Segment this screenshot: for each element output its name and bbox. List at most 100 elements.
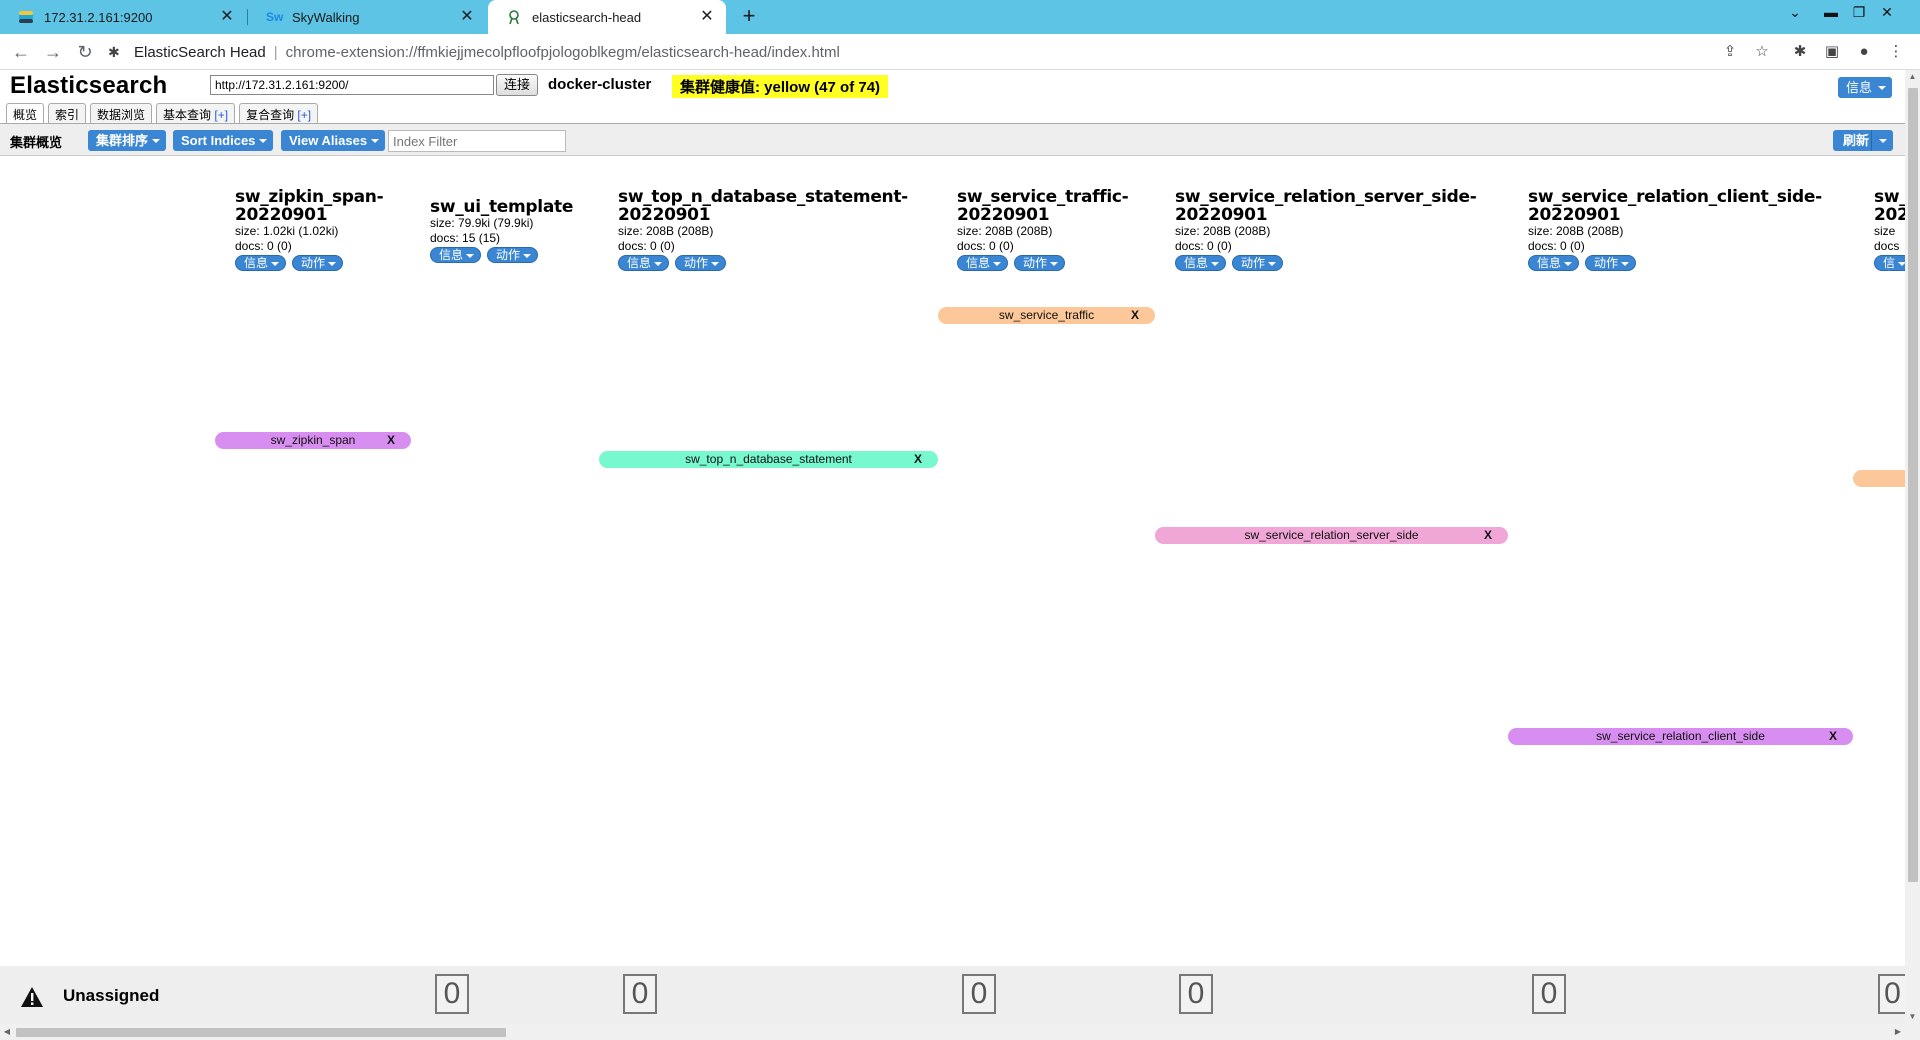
index-docs: docs: 0 (0) xyxy=(618,239,675,253)
index-action-button[interactable]: 动作 xyxy=(1232,255,1284,271)
index-docs: docs xyxy=(1874,239,1900,253)
tab-browser[interactable]: 数据浏览 xyxy=(90,103,153,123)
tab-plus: [+] xyxy=(214,108,229,122)
alias-bar[interactable]: sw_zipkin_span X xyxy=(215,432,411,449)
horizontal-scrollbar[interactable]: ◀ ▶ xyxy=(0,1024,1905,1040)
tab-title: SkyWalking xyxy=(292,9,360,25)
close-icon[interactable]: ✕ xyxy=(458,8,476,26)
tab-basic-query[interactable]: 基本查询 [+] xyxy=(156,103,236,123)
cluster-name: docker-cluster xyxy=(548,76,652,93)
menu-kebab-icon[interactable]: ⋮ xyxy=(1886,42,1906,62)
index-docs: docs: 0 (0) xyxy=(1528,239,1585,253)
index-size: size: 208B (208B) xyxy=(618,224,714,238)
tab-overview[interactable]: 概览 xyxy=(6,103,45,123)
index-info-button[interactable]: 信息 xyxy=(1528,255,1580,271)
browser-tab[interactable]: 172.31.2.161:9200 ✕ xyxy=(0,0,246,34)
head-favicon-icon xyxy=(506,9,522,25)
index-size: size xyxy=(1874,224,1896,238)
tab-compound-query[interactable]: 复合查询 [+] xyxy=(239,103,319,123)
index-info-button[interactable]: 信息 xyxy=(430,247,482,263)
alias-remove-icon[interactable]: X xyxy=(1484,527,1492,544)
scroll-left-arrow-icon[interactable]: ◀ xyxy=(0,1024,14,1040)
unassigned-shard-count[interactable]: 0 xyxy=(623,974,657,1014)
scroll-up-arrow-icon[interactable]: ▲ xyxy=(1905,70,1920,84)
alias-remove-icon[interactable]: X xyxy=(1131,307,1139,324)
extension-puzzle-icon: ✱ xyxy=(108,44,120,60)
reload-icon[interactable]: ↻ xyxy=(74,41,96,63)
index-docs: docs: 0 (0) xyxy=(957,239,1014,253)
browser-tab-strip: 172.31.2.161:9200 ✕ Sw SkyWalking ✕ elas… xyxy=(0,0,1920,34)
alias-bar[interactable]: sw_service_relation_server_side X xyxy=(1155,527,1508,544)
tab-indices[interactable]: 索引 xyxy=(48,103,87,123)
scroll-right-arrow-icon[interactable]: ▶ xyxy=(1891,1024,1905,1040)
index-action-button[interactable]: 动作 xyxy=(675,255,727,271)
index-size: size: 208B (208B) xyxy=(1528,224,1624,238)
index-action-button[interactable]: 动作 xyxy=(1014,255,1066,271)
index-info-button[interactable]: 信息 xyxy=(235,255,287,271)
index-info-button[interactable]: 信息 xyxy=(618,255,670,271)
index-column: sw_service_relation_server_side- 2022090… xyxy=(1175,188,1477,271)
index-name: sw_ 202 xyxy=(1874,188,1905,225)
close-icon[interactable]: ✕ xyxy=(698,8,716,26)
vertical-scrollbar[interactable]: ▲ ▼ xyxy=(1905,70,1920,1040)
index-size: size: 1.02ki (1.02ki) xyxy=(235,224,339,238)
connect-button[interactable]: 连接 xyxy=(496,74,539,96)
vertical-scroll-thumb[interactable] xyxy=(1908,88,1918,882)
tab-label: 概览 xyxy=(13,108,38,122)
close-window-icon[interactable]: ✕ xyxy=(1874,2,1900,24)
unassigned-shard-count[interactable]: 0 xyxy=(1532,974,1566,1014)
alias-bar[interactable]: sw_service_relation_client_side X xyxy=(1508,728,1853,745)
alias-bar[interactable]: sw_top_n_database_statement X xyxy=(599,451,938,468)
info-menu-button[interactable]: 信息 xyxy=(1837,77,1892,98)
index-action-button[interactable]: 动作 xyxy=(487,247,539,263)
index-column: sw_ui_template size: 79.9ki (79.9ki) doc… xyxy=(430,198,573,263)
refresh-button[interactable]: 刷新 xyxy=(1833,130,1893,151)
overview-toolbar: 集群概览 集群排序 Sort Indices View Aliases 刷新 xyxy=(0,124,1905,156)
alias-remove-icon[interactable]: X xyxy=(1829,728,1837,745)
alias-bar-partial[interactable] xyxy=(1853,470,1905,487)
index-info-button[interactable]: 信息 xyxy=(957,255,1009,271)
share-icon[interactable]: ⇪ xyxy=(1720,42,1740,62)
forward-arrow-icon[interactable]: → xyxy=(42,41,64,63)
unassigned-row: Unassigned 0 0 0 0 0 0 xyxy=(0,966,1905,1024)
alias-name: sw_service_traffic xyxy=(998,308,1095,322)
horizontal-scroll-thumb[interactable] xyxy=(16,1028,506,1037)
address-bar[interactable]: ✱ ElasticSearch Head | chrome-extension:… xyxy=(108,39,1788,65)
tab-search-chevron-icon[interactable]: ⌄ xyxy=(1782,2,1808,24)
unassigned-shard-count[interactable]: 0 xyxy=(962,974,996,1014)
overview-title: 集群概览 xyxy=(10,135,63,150)
alias-name: sw_service_relation_client_side xyxy=(1596,729,1765,743)
browser-tab[interactable]: Sw SkyWalking ✕ xyxy=(248,0,486,34)
index-docs: docs: 15 (15) xyxy=(430,231,501,245)
index-action-button[interactable]: 动作 xyxy=(1585,255,1637,271)
cluster-sort-button[interactable]: 集群排序 xyxy=(88,130,167,151)
index-action-button[interactable]: 动作 xyxy=(292,255,344,271)
browser-tab-active[interactable]: elasticsearch-head ✕ xyxy=(488,0,726,34)
scroll-down-arrow-icon[interactable]: ▼ xyxy=(1905,1010,1920,1024)
close-icon[interactable]: ✕ xyxy=(218,8,236,26)
extensions-puzzle-icon[interactable]: ✱ xyxy=(1790,42,1810,62)
index-info-button[interactable]: 信息 xyxy=(1175,255,1227,271)
view-aliases-button[interactable]: View Aliases xyxy=(281,130,386,151)
cluster-url-input[interactable] xyxy=(210,75,494,95)
alias-remove-icon[interactable]: X xyxy=(914,451,922,468)
unassigned-shard-count[interactable]: 0 xyxy=(1179,974,1213,1014)
omnibox-url: chrome-extension://ffmkiejjmecolpfloofpj… xyxy=(285,43,840,61)
minimize-icon[interactable]: ▬ xyxy=(1818,2,1844,24)
side-panel-icon[interactable]: ▣ xyxy=(1822,42,1842,62)
profile-avatar-icon[interactable]: ● xyxy=(1854,42,1874,62)
alias-remove-icon[interactable]: X xyxy=(387,432,395,449)
index-column: sw_zipkin_span- 20220901 size: 1.02ki (1… xyxy=(235,188,384,271)
bookmark-star-icon[interactable]: ☆ xyxy=(1752,42,1772,62)
index-filter-input[interactable] xyxy=(388,130,566,152)
unassigned-shard-count[interactable]: 0 xyxy=(435,974,469,1014)
new-tab-plus-icon[interactable]: + xyxy=(736,4,762,30)
back-arrow-icon[interactable]: ← xyxy=(10,41,32,63)
restore-icon[interactable]: ❐ xyxy=(1846,2,1872,24)
index-info-button[interactable]: 信息 xyxy=(1874,255,1905,271)
sort-indices-button[interactable]: Sort Indices xyxy=(173,130,274,151)
unassigned-shard-count[interactable]: 0 xyxy=(1878,974,1905,1014)
tab-label: 数据浏览 xyxy=(97,108,146,122)
index-column: sw_top_n_database_statement- 20220901 si… xyxy=(618,188,908,271)
alias-bar[interactable]: sw_service_traffic X xyxy=(938,307,1155,324)
